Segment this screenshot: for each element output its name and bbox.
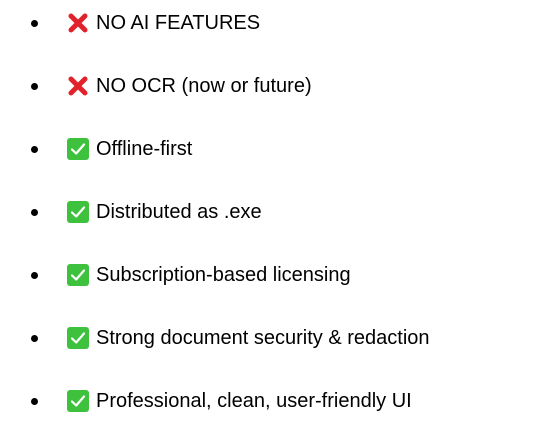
check-mark-icon: [67, 327, 89, 349]
check-mark-icon: [67, 264, 89, 286]
list-item: Strong document security & redaction: [0, 318, 547, 358]
list-item-text: Strong document security & redaction: [96, 327, 430, 349]
check-mark-icon: [67, 138, 89, 160]
list-item-text: Offline-first: [96, 138, 193, 160]
cross-mark-icon: [67, 12, 89, 34]
list-item: Offline-first: [0, 129, 547, 169]
list-item: Distributed as .exe: [0, 192, 547, 232]
list-item-text: NO AI FEATURES: [96, 12, 261, 34]
bullet-icon: [31, 398, 38, 405]
bullet-icon: [31, 20, 38, 27]
bullet-icon: [31, 83, 38, 90]
list-item: NO OCR (now or future): [0, 66, 547, 106]
check-mark-icon: [67, 201, 89, 223]
check-mark-icon: [67, 390, 89, 412]
bullet-icon: [31, 146, 38, 153]
bullet-icon: [31, 272, 38, 279]
bullet-icon: [31, 335, 38, 342]
bullet-icon: [31, 209, 38, 216]
list-item-text: Distributed as .exe: [96, 201, 262, 223]
cross-mark-icon: [67, 75, 89, 97]
feature-list: NO AI FEATURES NO OCR (now or future) Of…: [0, 0, 547, 423]
list-item-text: NO OCR (now or future): [96, 75, 312, 97]
list-item: Professional, clean, user-friendly UI: [0, 381, 547, 421]
list-item-text: Subscription-based licensing: [96, 264, 351, 286]
list-item-text: Professional, clean, user-friendly UI: [96, 390, 412, 412]
list-item: Subscription-based licensing: [0, 255, 547, 295]
list-item: NO AI FEATURES: [0, 3, 547, 43]
